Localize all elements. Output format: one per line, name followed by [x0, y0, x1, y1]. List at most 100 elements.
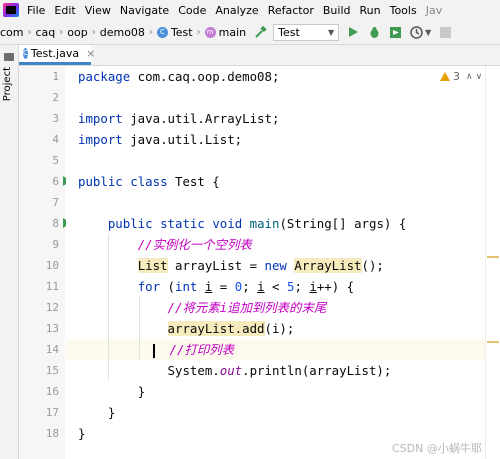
brace: } [78, 426, 86, 441]
chevron-right-icon: › [196, 26, 201, 38]
code-text: < [264, 279, 287, 294]
run-icon[interactable] [346, 25, 360, 39]
code-line: import java.util.List; [78, 129, 242, 150]
code-line: for (int i = 0; i < 5; i++) { [78, 276, 354, 297]
warning-stripe-mark[interactable] [487, 256, 499, 258]
warning-stripe-mark[interactable] [487, 341, 499, 343]
project-title: Jav [425, 3, 443, 17]
run-configuration-select[interactable]: Test ▼ [273, 23, 340, 41]
error-stripe[interactable] [485, 66, 500, 459]
intellij-logo-icon [3, 3, 19, 17]
variable: i [309, 279, 317, 294]
comment: //将元素i追加到列表的末尾 [167, 300, 327, 315]
brace: } [137, 384, 146, 399]
type-name: List [137, 258, 168, 273]
warning-icon [440, 72, 450, 81]
breadcrumb-caq[interactable]: caq [36, 26, 56, 39]
code-line: package com.caq.oop.demo08; [78, 66, 279, 87]
tab-label: Test.java [30, 47, 80, 60]
code-line: } [78, 402, 115, 423]
menu-bar: File Edit View Navigate Code Analyze Ref… [0, 0, 500, 20]
menu-tools[interactable]: Tools [390, 4, 417, 17]
method-name: main [249, 216, 280, 231]
warning-count: 3 [453, 70, 460, 83]
menu-file[interactable]: File [27, 4, 45, 17]
type-name: ArrayList [294, 258, 362, 273]
chevron-down-icon[interactable]: ∨ [476, 72, 483, 82]
profile-icon[interactable] [409, 25, 423, 39]
chevron-right-icon: › [91, 26, 96, 38]
code-line: List arrayList = new ArrayList(); [78, 255, 384, 276]
breadcrumb-oop[interactable]: oop [67, 26, 87, 39]
comment: //实例化一个空列表 [137, 237, 252, 252]
debug-bug-icon[interactable] [367, 25, 381, 39]
code-line: //打印列表 [78, 339, 234, 360]
code-line: //实例化一个空列表 [78, 234, 252, 255]
code-text: ( [160, 279, 175, 294]
code-line: System.out.println(arrayList); [78, 360, 392, 381]
close-icon[interactable]: × [86, 47, 95, 60]
menu-navigate[interactable]: Navigate [120, 4, 169, 17]
variable: i [257, 279, 265, 294]
menu-run[interactable]: Run [360, 4, 381, 17]
code-text: ; [242, 279, 258, 294]
code-text: = [212, 279, 235, 294]
tab-test-java[interactable]: C Test.java × [19, 45, 95, 65]
chevron-down-icon[interactable]: ▼ [425, 28, 431, 37]
code-text: ++) { [316, 279, 355, 294]
navigation-bar: com › caq › oop › demo08 › C Test › m main… [0, 20, 500, 45]
coverage-icon[interactable] [388, 25, 402, 39]
keyword: public [78, 174, 123, 189]
menu-analyze[interactable]: Analyze [215, 4, 258, 17]
chevron-right-icon: › [27, 26, 32, 38]
keyword: void [212, 216, 243, 231]
code-text: System. [167, 363, 220, 378]
editor-tabs: C Test.java × [19, 45, 500, 66]
menu-refactor[interactable]: Refactor [268, 4, 314, 17]
code-line: //将元素i追加到列表的末尾 [78, 297, 327, 318]
chevron-down-icon: ▼ [327, 27, 335, 37]
watermark: CSDN @小蜗牛耶 [392, 442, 482, 455]
breadcrumb-main[interactable]: m main [204, 25, 247, 39]
breadcrumb-com[interactable]: com [0, 26, 24, 39]
code-text: (i); [264, 321, 295, 336]
keyword: int [175, 279, 198, 294]
chevron-up-icon[interactable]: ∧ [466, 72, 473, 82]
code-line: public static void main(String[] args) { [78, 213, 406, 234]
code-line: } [78, 381, 145, 402]
code-text: .println(arrayList); [242, 363, 392, 378]
menu-edit[interactable]: Edit [54, 4, 75, 17]
chevron-right-icon: › [148, 26, 153, 38]
inspection-widget[interactable]: 3 ∧ ∨ [440, 70, 482, 83]
keyword: public [107, 216, 153, 231]
menu-code[interactable]: Code [178, 4, 206, 17]
menu-build[interactable]: Build [323, 4, 351, 17]
code-text: arrayList = [167, 258, 265, 273]
package-name: com.caq.oop.demo08; [130, 69, 280, 84]
method-params: (String[] args) { [279, 216, 407, 231]
keyword: import [78, 111, 123, 126]
class-icon: C [156, 26, 168, 38]
import-path: java.util.List; [122, 132, 243, 147]
menu-view[interactable]: View [85, 4, 111, 17]
comment: //打印列表 [169, 342, 235, 357]
stop-icon[interactable] [438, 25, 452, 39]
run-configuration-label: Test [278, 25, 300, 39]
breadcrumb-main-label: main [218, 25, 247, 39]
breadcrumb-demo08[interactable]: demo08 [100, 26, 145, 39]
code-line: arrayList.add(i); [78, 318, 294, 339]
keyword: class [130, 174, 168, 189]
chevron-right-icon: › [59, 26, 64, 38]
brace: } [107, 405, 116, 420]
code-line: import java.util.ArrayList; [78, 108, 279, 129]
code-text: (); [361, 258, 384, 273]
build-hammer-icon[interactable] [253, 25, 267, 39]
code-lines: package com.caq.oop.demo08; import java.… [0, 66, 485, 459]
keyword: static [160, 216, 205, 231]
class-name: Test { [167, 174, 220, 189]
keyword: new [264, 258, 287, 273]
project-folder-icon[interactable] [4, 53, 14, 61]
code-line: } [78, 423, 85, 444]
code-line: public class Test { [78, 171, 220, 192]
breadcrumb-test[interactable]: C Test [156, 26, 193, 39]
